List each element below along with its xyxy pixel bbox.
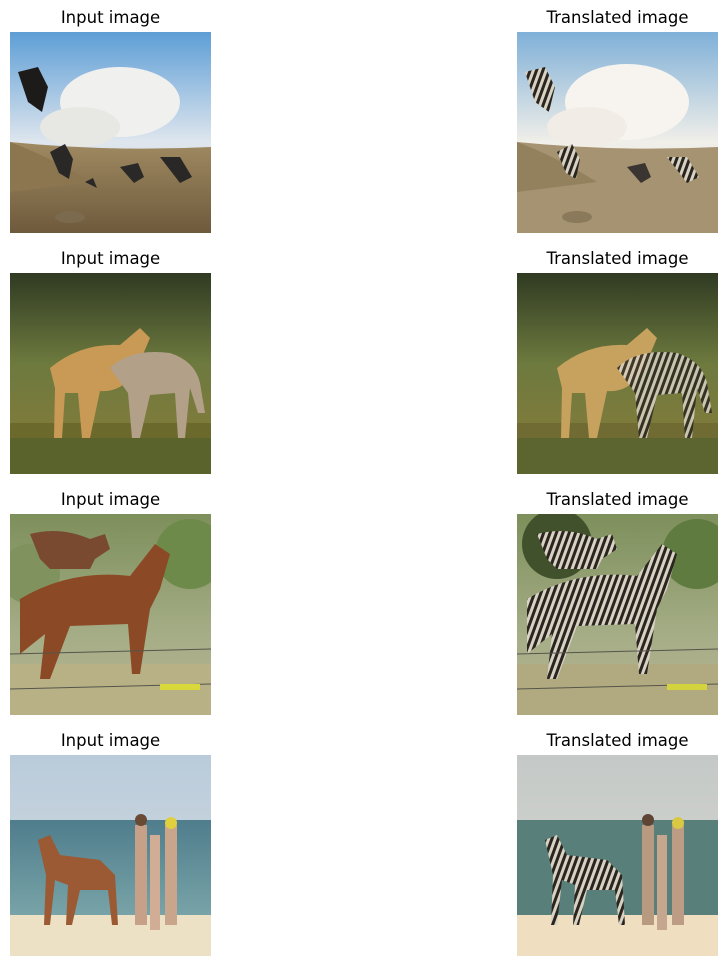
translated-image [517, 755, 718, 956]
input-image [10, 755, 211, 956]
input-image-title: Input image [60, 490, 161, 509]
translated-image [517, 32, 718, 233]
input-image [10, 514, 211, 715]
translated-image-title: Translated image [546, 490, 689, 509]
input-image [10, 273, 211, 474]
input-image-title: Input image [60, 8, 161, 27]
translated-image [517, 273, 718, 474]
input-image [10, 32, 211, 233]
translated-image [517, 514, 718, 715]
input-image-title: Input image [60, 249, 161, 268]
translated-image-title: Translated image [546, 249, 689, 268]
translated-image-title: Translated image [546, 731, 689, 750]
translated-image-title: Translated image [546, 8, 689, 27]
input-image-title: Input image [60, 731, 161, 750]
